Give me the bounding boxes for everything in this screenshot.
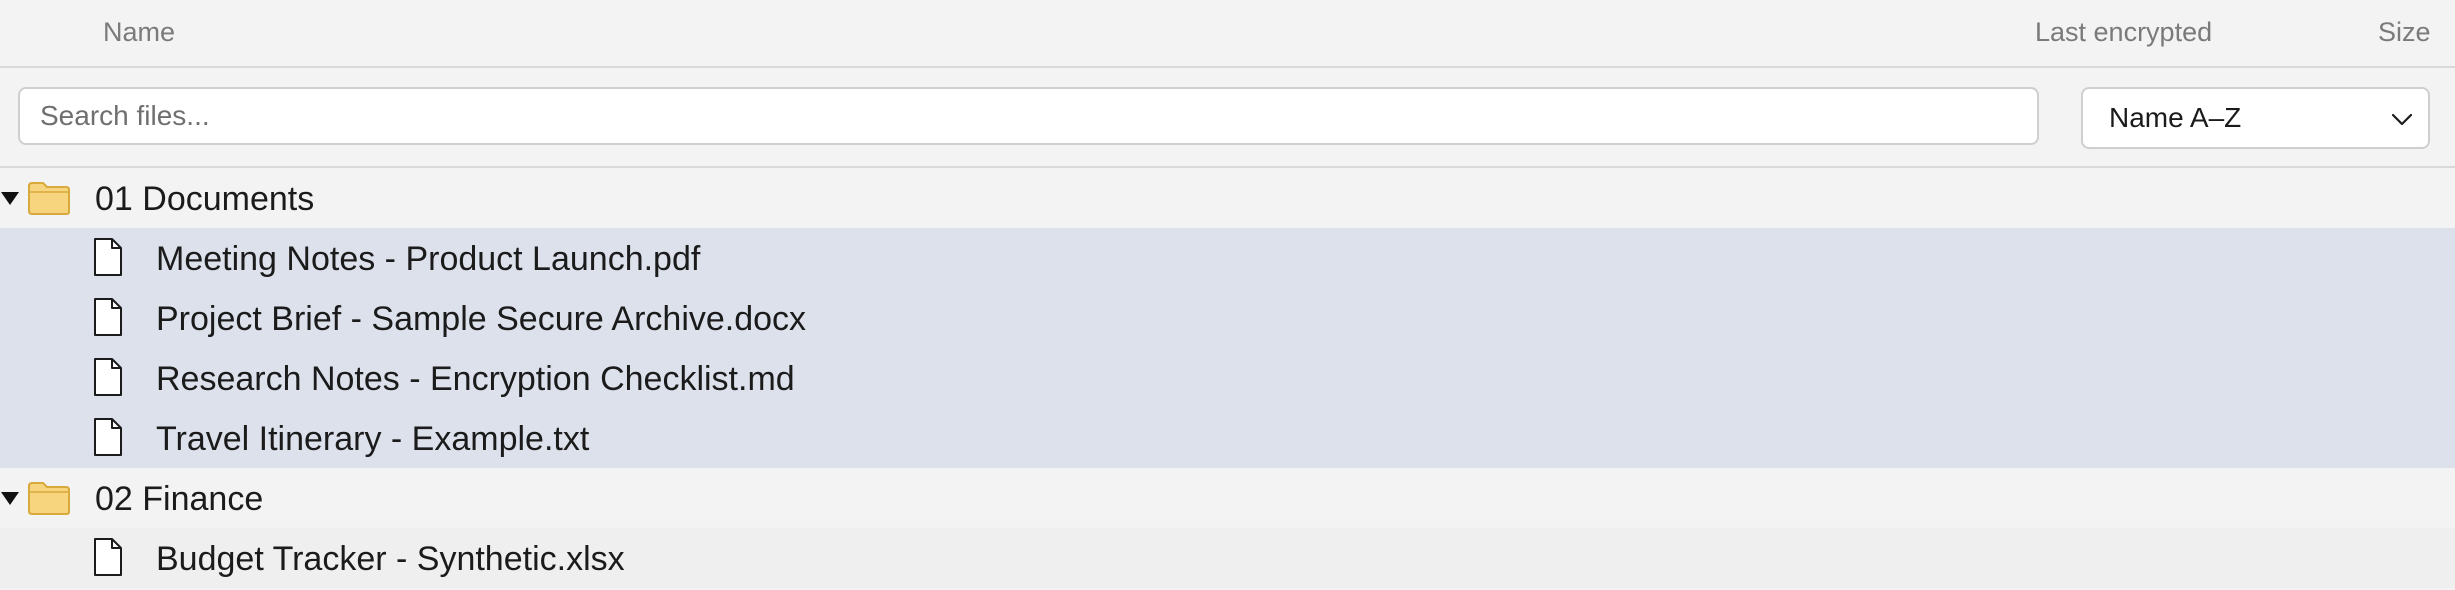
file-row[interactable]: Travel Itinerary - Example.txt bbox=[0, 408, 2455, 468]
file-row[interactable]: Meeting Notes - Product Launch.pdf bbox=[0, 228, 2455, 288]
chevron-down-icon bbox=[2391, 113, 2413, 126]
folder-icon bbox=[28, 182, 70, 215]
sort-dropdown[interactable]: Name A–Z bbox=[2081, 87, 2430, 149]
column-header-name[interactable]: Name bbox=[103, 17, 175, 48]
triangle-down-icon[interactable] bbox=[0, 488, 20, 508]
file-row[interactable]: Research Notes - Encryption Checklist.md bbox=[0, 348, 2455, 408]
file-label: Meeting Notes - Product Launch.pdf bbox=[156, 240, 701, 278]
file-icon bbox=[94, 418, 122, 456]
toolbar: Name A–Z bbox=[0, 68, 2455, 168]
file-row[interactable]: Project Brief - Sample Secure Archive.do… bbox=[0, 288, 2455, 348]
file-label: Budget Tracker - Synthetic.xlsx bbox=[156, 540, 625, 578]
file-icon bbox=[94, 298, 122, 336]
triangle-down-icon[interactable] bbox=[0, 188, 20, 208]
file-row[interactable]: Budget Tracker - Synthetic.xlsx bbox=[0, 528, 2455, 588]
file-icon bbox=[94, 358, 122, 396]
folder-icon bbox=[28, 482, 70, 515]
column-header-size[interactable]: Size bbox=[2378, 17, 2431, 48]
file-browser: Name Last encrypted Size Name A–Z 01 Doc… bbox=[0, 0, 2455, 590]
file-label: Research Notes - Encryption Checklist.md bbox=[156, 360, 795, 398]
folder-label: 01 Documents bbox=[95, 180, 315, 218]
column-header-bar: Name Last encrypted Size bbox=[0, 0, 2455, 68]
file-label: Travel Itinerary - Example.txt bbox=[156, 420, 590, 458]
folder-row-finance[interactable]: 02 Finance bbox=[0, 468, 2455, 528]
folder-label: 02 Finance bbox=[95, 480, 264, 518]
search-input[interactable] bbox=[18, 87, 2039, 145]
file-icon bbox=[94, 538, 122, 576]
file-icon bbox=[94, 238, 122, 276]
file-label: Project Brief - Sample Secure Archive.do… bbox=[156, 300, 807, 338]
column-header-last-encrypted[interactable]: Last encrypted bbox=[2035, 17, 2212, 48]
file-tree: 01 Documents Meeting Notes - Product Lau… bbox=[0, 168, 2455, 588]
sort-selected-value: Name A–Z bbox=[2109, 102, 2242, 133]
folder-row-documents[interactable]: 01 Documents bbox=[0, 168, 2455, 228]
